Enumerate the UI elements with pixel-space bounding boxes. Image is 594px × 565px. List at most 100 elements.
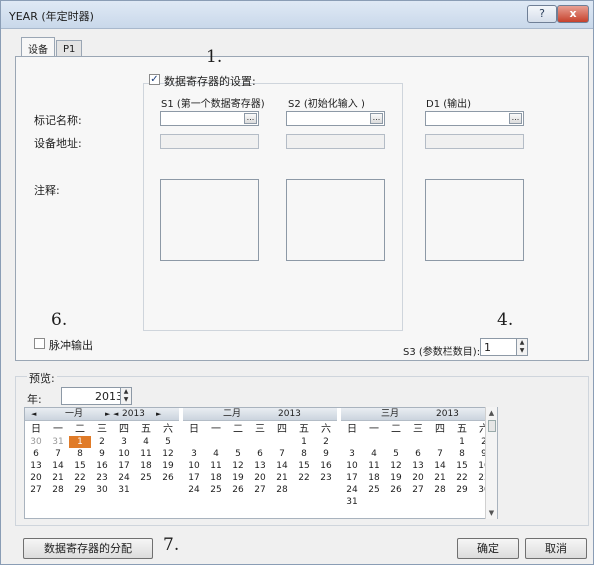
- calendar-day[interactable]: 1: [69, 436, 91, 448]
- calendar-day[interactable]: 3: [341, 448, 363, 460]
- calendar-day[interactable]: 27: [407, 484, 429, 496]
- calendar-day[interactable]: 31: [47, 436, 69, 448]
- calendar-day[interactable]: 16: [315, 460, 337, 472]
- calendar-day[interactable]: 10: [183, 460, 205, 472]
- calendar-day[interactable]: 26: [157, 472, 179, 484]
- calendar-day[interactable]: 11: [205, 460, 227, 472]
- s3-spinner[interactable]: 1 ▲ ▼: [480, 338, 528, 356]
- calendar-day[interactable]: 23: [91, 472, 113, 484]
- calendar-day[interactable]: 31: [341, 496, 363, 508]
- calendar-day[interactable]: 20: [249, 472, 271, 484]
- calendar-day[interactable]: 28: [271, 484, 293, 496]
- calendar-day[interactable]: 12: [157, 448, 179, 460]
- calendar-day[interactable]: 19: [157, 460, 179, 472]
- prev-month-icon[interactable]: ◄: [31, 408, 36, 420]
- calendar-day[interactable]: 6: [407, 448, 429, 460]
- calendar-day[interactable]: 18: [363, 472, 385, 484]
- calendar-day[interactable]: 21: [271, 472, 293, 484]
- calendar-day[interactable]: 25: [135, 472, 157, 484]
- calendar-day[interactable]: 19: [385, 472, 407, 484]
- calendar-day[interactable]: 16: [91, 460, 113, 472]
- year-spinner[interactable]: 2013 ▲ ▼: [61, 387, 132, 405]
- s1-tag-input[interactable]: ...: [160, 111, 259, 126]
- s2-browse-button[interactable]: ...: [370, 113, 383, 124]
- calendar-day[interactable]: 15: [69, 460, 91, 472]
- calendar-day[interactable]: 9: [91, 448, 113, 460]
- calendar-day[interactable]: 28: [47, 484, 69, 496]
- calendar-day[interactable]: 4: [205, 448, 227, 460]
- calendar-day[interactable]: 7: [47, 448, 69, 460]
- calendar-day[interactable]: 25: [363, 484, 385, 496]
- calendar-day[interactable]: 5: [157, 436, 179, 448]
- calendar-day[interactable]: 29: [69, 484, 91, 496]
- calendar-day[interactable]: 8: [69, 448, 91, 460]
- ok-button[interactable]: 确定: [457, 538, 519, 559]
- calendar-day[interactable]: 10: [113, 448, 135, 460]
- calendar-day[interactable]: 8: [451, 448, 473, 460]
- calendar-day[interactable]: 21: [47, 472, 69, 484]
- cancel-button[interactable]: 取消: [525, 538, 587, 559]
- calendar-day[interactable]: 13: [25, 460, 47, 472]
- calendar-day[interactable]: 15: [451, 460, 473, 472]
- d1-browse-button[interactable]: ...: [509, 113, 522, 124]
- close-button[interactable]: x: [557, 5, 589, 23]
- calendar-day[interactable]: 22: [69, 472, 91, 484]
- calendar-day[interactable]: 25: [205, 484, 227, 496]
- register-assignment-button[interactable]: 数据寄存器的分配: [23, 538, 153, 559]
- calendar-day[interactable]: 5: [385, 448, 407, 460]
- calendar-day[interactable]: 20: [407, 472, 429, 484]
- calendar-day[interactable]: 22: [451, 472, 473, 484]
- calendar-day[interactable]: 11: [135, 448, 157, 460]
- calendar-day[interactable]: 14: [429, 460, 451, 472]
- calendar-day[interactable]: 20: [25, 472, 47, 484]
- calendar-day[interactable]: 1: [451, 436, 473, 448]
- s2-tag-input[interactable]: ...: [286, 111, 385, 126]
- tab-device[interactable]: 设备: [21, 37, 55, 57]
- calendar-day[interactable]: 24: [113, 472, 135, 484]
- calendar-day[interactable]: 9: [315, 448, 337, 460]
- calendar-day[interactable]: 17: [113, 460, 135, 472]
- calendar-day[interactable]: 24: [183, 484, 205, 496]
- calendar-day[interactable]: 15: [293, 460, 315, 472]
- calendar-day[interactable]: 21: [429, 472, 451, 484]
- calendar-day[interactable]: 24: [341, 484, 363, 496]
- calendar-day[interactable]: 17: [183, 472, 205, 484]
- s3-spin-arrows-icon[interactable]: ▲ ▼: [516, 339, 527, 355]
- next-month-icon[interactable]: ►: [105, 408, 110, 420]
- calendar-day[interactable]: 13: [249, 460, 271, 472]
- calendar-day[interactable]: 26: [385, 484, 407, 496]
- year-spin-arrows-icon[interactable]: ▲ ▼: [120, 388, 131, 404]
- calendar-day[interactable]: 14: [47, 460, 69, 472]
- calendar-day[interactable]: 1: [293, 436, 315, 448]
- calendar-day[interactable]: 2: [91, 436, 113, 448]
- calendar-day[interactable]: 7: [429, 448, 451, 460]
- d1-tag-input[interactable]: ...: [425, 111, 524, 126]
- pulse-output-checkbox[interactable]: [34, 338, 45, 349]
- calendar-day[interactable]: 19: [227, 472, 249, 484]
- calendar-day[interactable]: 26: [227, 484, 249, 496]
- register-settings-checkbox[interactable]: ✓: [149, 74, 160, 85]
- calendar-day[interactable]: 13: [407, 460, 429, 472]
- calendar-day[interactable]: 2: [315, 436, 337, 448]
- calendar-day[interactable]: 3: [113, 436, 135, 448]
- calendar-day[interactable]: 23: [315, 472, 337, 484]
- calendar-day[interactable]: 11: [363, 460, 385, 472]
- calendar-day[interactable]: 4: [135, 436, 157, 448]
- calendar-day[interactable]: 6: [249, 448, 271, 460]
- next-year-icon[interactable]: ►: [156, 408, 161, 420]
- prev-year-icon[interactable]: ◄: [113, 408, 118, 420]
- calendar-day[interactable]: 4: [363, 448, 385, 460]
- calendar-day[interactable]: 5: [227, 448, 249, 460]
- scroll-thumb[interactable]: [487, 420, 496, 432]
- calendar-day[interactable]: 30: [25, 436, 47, 448]
- calendar-scrollbar[interactable]: ▲ ▼: [485, 407, 497, 519]
- calendar-day[interactable]: 3: [183, 448, 205, 460]
- calendar-day[interactable]: 27: [249, 484, 271, 496]
- scroll-up-icon[interactable]: ▲: [486, 409, 497, 417]
- calendar-day[interactable]: 17: [341, 472, 363, 484]
- s1-browse-button[interactable]: ...: [244, 113, 257, 124]
- calendar-day[interactable]: 14: [271, 460, 293, 472]
- calendar-day[interactable]: 30: [91, 484, 113, 496]
- calendar-day[interactable]: 8: [293, 448, 315, 460]
- calendar-day[interactable]: 28: [429, 484, 451, 496]
